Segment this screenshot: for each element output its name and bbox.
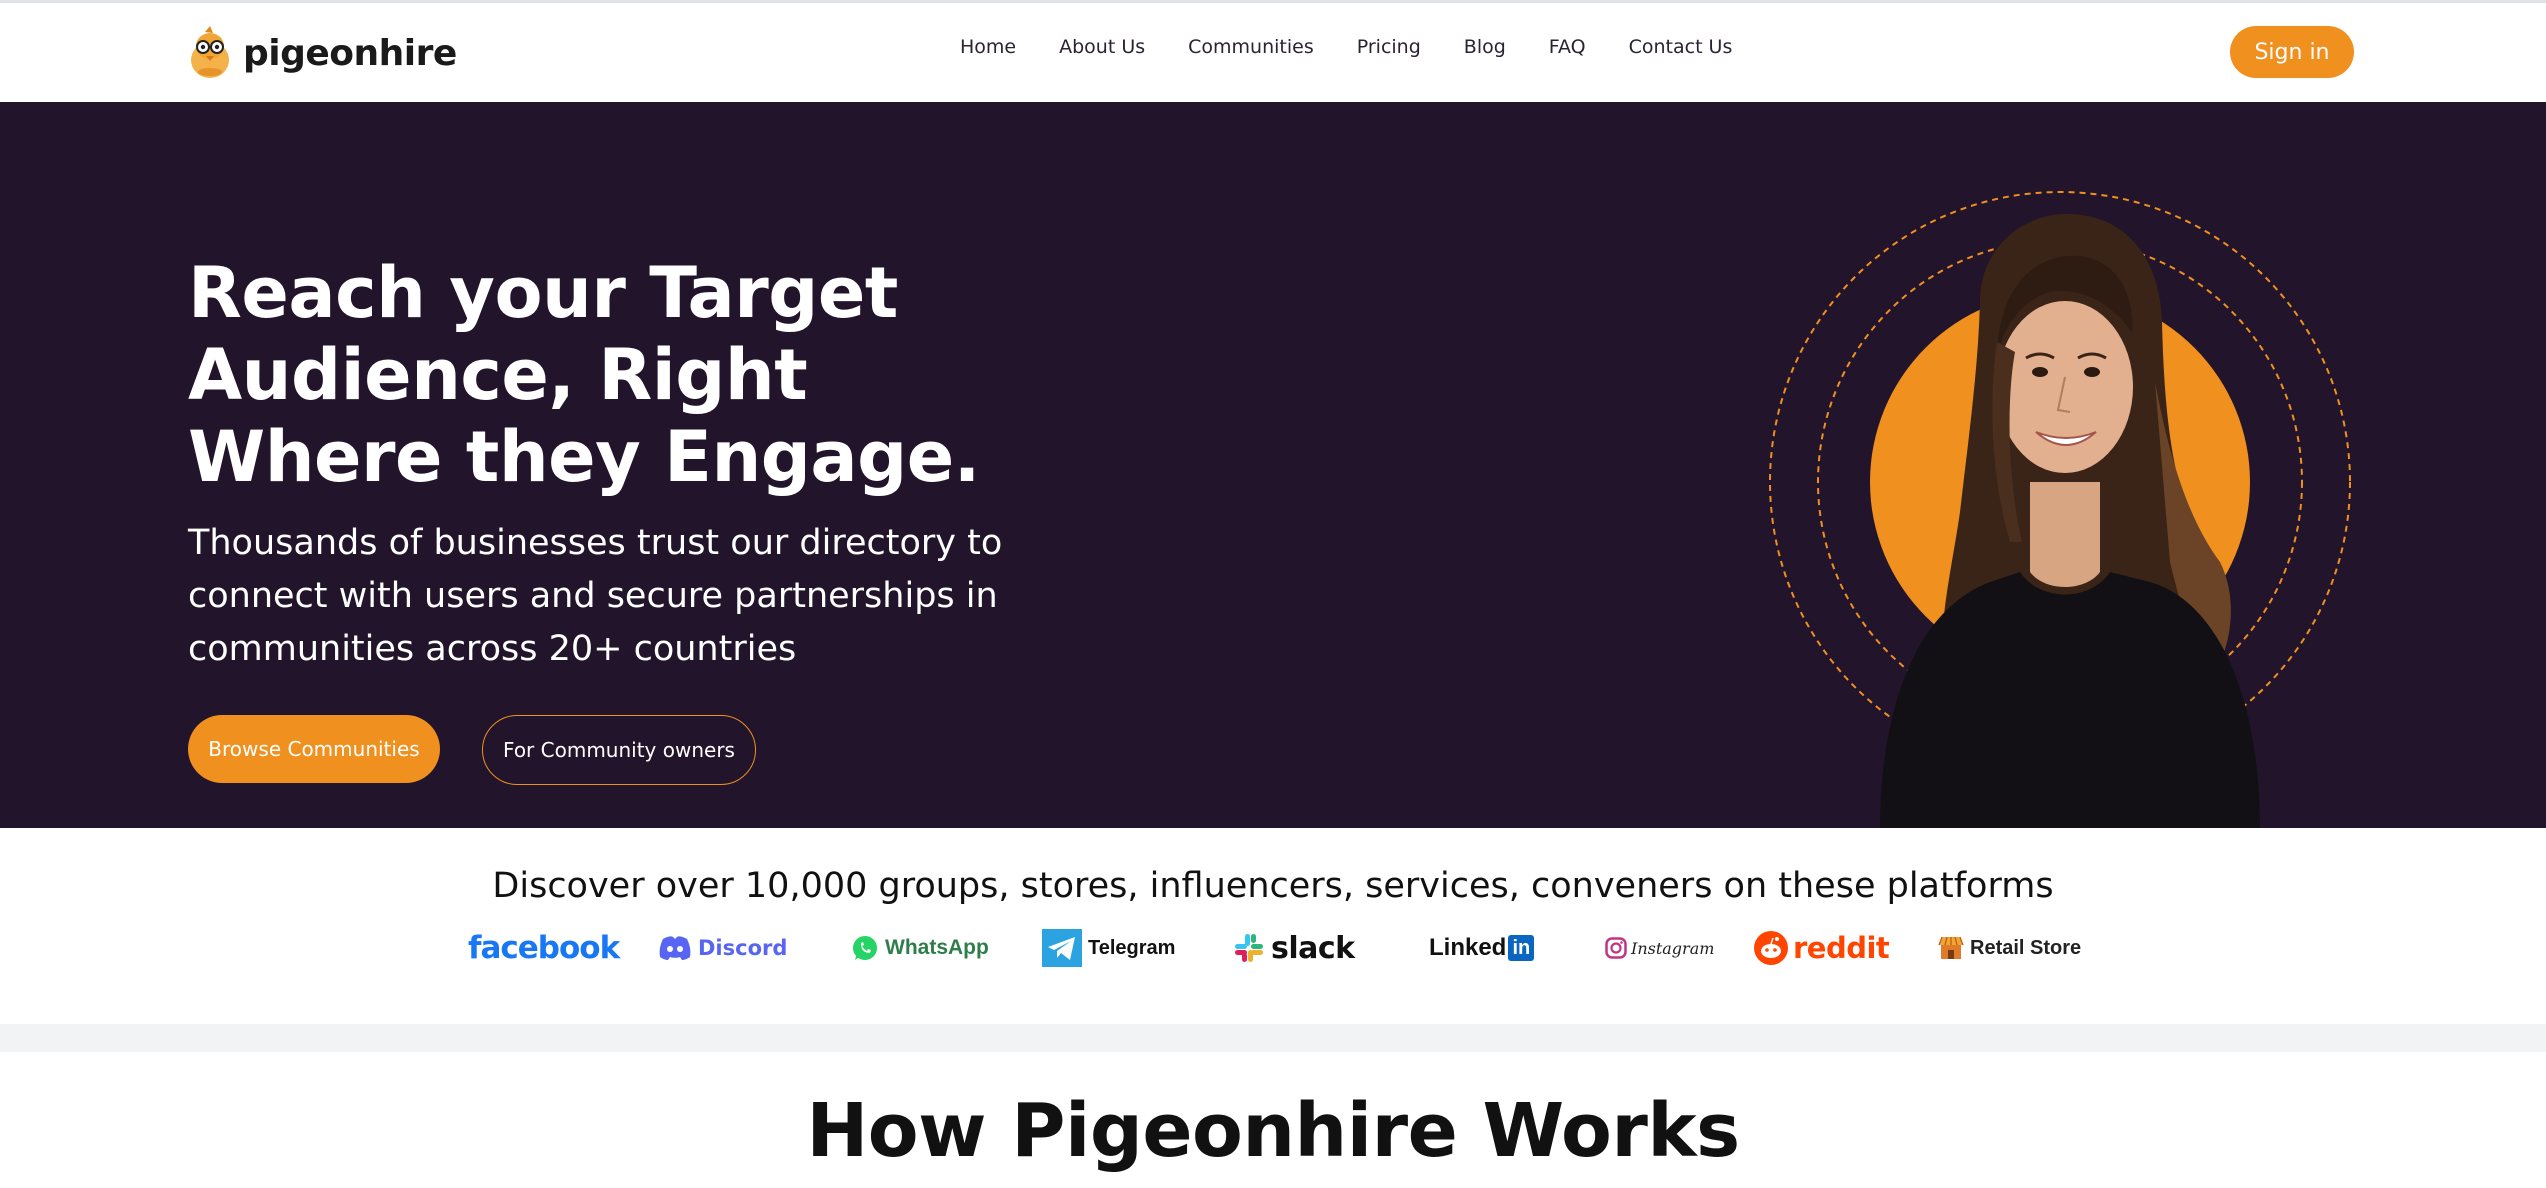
nav-blog[interactable]: Blog [1464,36,1506,58]
platform-instagram[interactable]: Instagram [1605,926,1714,970]
whatsapp-logo-icon [853,936,877,960]
slack-label: slack [1271,930,1355,966]
reddit-logo-icon [1754,931,1788,965]
store-icon [1938,936,1964,959]
nav-faq[interactable]: FAQ [1549,36,1586,58]
hero-subtitle: Thousands of businesses trust our direct… [188,523,1003,669]
whatsapp-label: WhatsApp [885,936,989,959]
nav-home[interactable]: Home [960,36,1016,58]
section-divider [0,1024,2546,1052]
pigeon-logo-icon [191,26,229,78]
hero-portrait-image [1769,191,2351,828]
platform-telegram[interactable]: Telegram [1042,926,1175,970]
platform-discord[interactable]: Discord [658,926,787,970]
platforms-heading: Discover over 10,000 groups, stores, inf… [492,866,2054,906]
instagram-label: Instagram [1631,938,1715,958]
sign-in-button[interactable]: Sign in [2230,26,2354,78]
instagram-logo-icon [1605,937,1627,959]
nav-communities[interactable]: Communities [1188,36,1314,58]
linkedin-label: Linked [1429,934,1507,961]
platforms-section: Discover over 10,000 groups, stores, inf… [0,828,2546,1024]
platform-retail-store[interactable]: Retail Store [1938,926,2081,970]
site-header: pigeonhire Home About Us Communities Pri… [0,3,2546,102]
community-owners-button[interactable]: For Community owners [482,715,756,785]
telegram-label: Telegram [1088,936,1176,959]
platform-whatsapp[interactable]: WhatsApp [851,926,989,970]
brand-name: pigeonhire [243,32,457,74]
slack-logo-icon [1235,934,1263,962]
nav-contact-us[interactable]: Contact Us [1629,36,1733,58]
linkedin-logo-icon: in [1508,935,1535,961]
platform-slack[interactable]: slack [1233,926,1355,970]
face [1997,301,2133,473]
facebook-logo-icon: facebook [468,930,620,966]
telegram-logo-icon [1042,929,1082,967]
hero-section: Reach your Target Audience, Right Where … [0,102,2546,828]
nav-pricing[interactable]: Pricing [1357,36,1421,58]
discord-label: Discord [698,936,788,960]
hero-title: Reach your Target Audience, Right Where … [188,252,980,498]
platform-reddit[interactable]: reddit [1753,926,1890,970]
brand-logo[interactable]: pigeonhire [187,25,457,81]
how-it-works-section: How Pigeonhire Works [0,1052,2546,1188]
discord-logo-icon [659,936,691,960]
platform-logos-row: facebook Discord WhatsApp Telegram slack… [465,926,2085,970]
main-nav: Home About Us Communities Pricing Blog F… [960,36,1775,58]
how-it-works-title: How Pigeonhire Works [806,1088,1740,1174]
platform-facebook[interactable]: facebook [468,926,620,970]
nav-about-us[interactable]: About Us [1059,36,1145,58]
platform-linkedin[interactable]: Linked in [1429,926,1535,970]
reddit-label: reddit [1793,931,1890,965]
retail-store-label: Retail Store [1970,936,2082,959]
browse-communities-button[interactable]: Browse Communities [188,715,440,783]
